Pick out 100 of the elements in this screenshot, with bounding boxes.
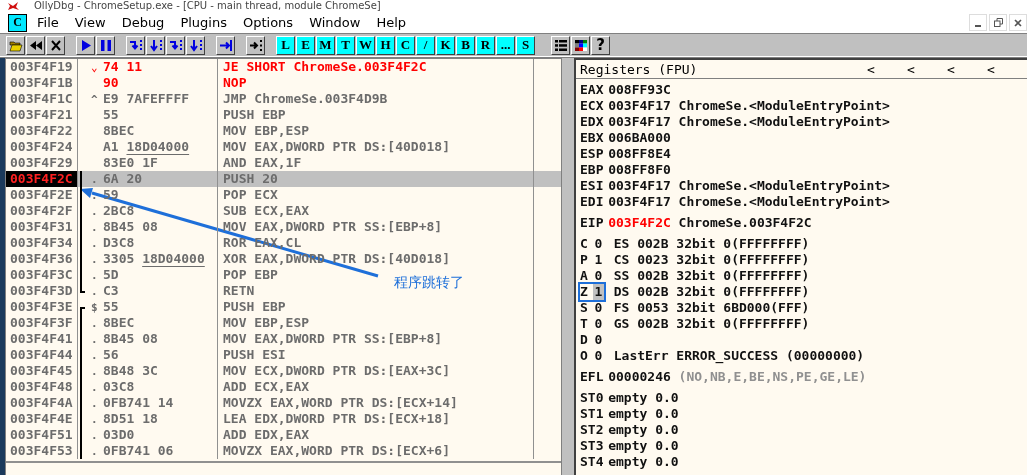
window-shortcut-button[interactable]: /: [416, 35, 435, 55]
instruction-cell: PUSH EBP: [218, 107, 534, 123]
window-shortcut-button[interactable]: H: [376, 35, 395, 55]
address-cell[interactable]: 003F4F22: [6, 123, 78, 139]
register-name: EBP: [580, 162, 605, 178]
register-value[interactable]: empty: [608, 390, 648, 406]
register-value[interactable]: 003F4F2C: [608, 215, 671, 231]
address-cell[interactable]: 003F4F51: [6, 427, 78, 443]
arrow-button[interactable]: <: [947, 61, 987, 77]
address-cell[interactable]: 003F4F24: [6, 139, 78, 155]
address-cell[interactable]: 003F4F3C: [6, 267, 78, 283]
close-button[interactable]: [1009, 14, 1027, 31]
address-cell[interactable]: 003F4F21: [6, 107, 78, 123]
address-cell[interactable]: 003F4F41: [6, 331, 78, 347]
arrow-button[interactable]: <: [907, 61, 947, 77]
window-shortcut-button[interactable]: ...: [496, 35, 515, 55]
menu-item[interactable]: Help: [376, 15, 407, 30]
flag-value[interactable]: 1: [592, 284, 605, 300]
address-cell[interactable]: 003F4F1C: [6, 91, 78, 107]
address-cell[interactable]: 003F4F45: [6, 363, 78, 379]
register-value[interactable]: 003F4F17: [608, 114, 671, 130]
open-folder-button[interactable]: [6, 35, 25, 55]
flag-value[interactable]: 0: [592, 332, 605, 348]
segment-info: LastErr ERROR_SUCCESS (00000000): [613, 348, 865, 364]
menu-item[interactable]: Options: [242, 15, 294, 30]
register-value[interactable]: 003F4F17: [608, 178, 671, 194]
play-button[interactable]: [76, 35, 95, 55]
window-shortcut-button[interactable]: M: [316, 35, 335, 55]
register-value[interactable]: 003F4F17: [608, 194, 671, 210]
rewind-button[interactable]: [26, 35, 45, 55]
hex-bytes-cell: . 5D: [78, 267, 218, 283]
register-value[interactable]: empty: [608, 422, 648, 438]
goto-arrow-button[interactable]: [246, 35, 265, 55]
minimize-button[interactable]: [969, 14, 987, 31]
address-cell[interactable]: 003F4F1B: [6, 75, 78, 91]
window-title: OllyDbg - ChromeSetup.exe - [CPU - main thread, module ChromeSe]: [34, 0, 381, 12]
instruction-cell: MOV EAX,DWORD PTR SS:[EBP+8]: [218, 331, 534, 347]
menu-item[interactable]: Window: [309, 15, 361, 30]
list-button[interactable]: [551, 35, 570, 55]
window-shortcut-button[interactable]: C: [396, 35, 415, 55]
flag-value[interactable]: 0: [592, 348, 605, 364]
cpu-window-icon[interactable]: C: [8, 13, 27, 32]
flag-value[interactable]: 1: [592, 252, 605, 268]
address-cell[interactable]: 003F4F3E: [6, 299, 78, 315]
trace-into-button[interactable]: [166, 35, 185, 55]
window-shortcut-button[interactable]: T: [336, 35, 355, 55]
address-cell[interactable]: 003F4F3F: [6, 315, 78, 331]
menu-item[interactable]: View: [74, 15, 106, 30]
flag-value[interactable]: 0: [592, 316, 605, 332]
menu-item[interactable]: File: [37, 15, 59, 30]
register-value[interactable]: 008FF8F0: [608, 162, 671, 178]
address-cell[interactable]: 003F4F2F: [6, 203, 78, 219]
menu-item[interactable]: Plugins: [180, 15, 227, 30]
colors-button[interactable]: [571, 35, 590, 55]
address-cell[interactable]: 003F4F3D: [6, 283, 78, 299]
register-comment: 0.0: [655, 422, 679, 438]
flag-value[interactable]: 0: [592, 268, 605, 284]
instruction-cell: MOV ECX,DWORD PTR DS:[EAX+3C]: [218, 363, 534, 379]
window-shortcut-button[interactable]: K: [436, 35, 455, 55]
flag-name: D: [580, 332, 589, 348]
register-name: ST4: [580, 454, 605, 470]
address-cell[interactable]: 003F4F4E: [6, 411, 78, 427]
register-value[interactable]: empty: [608, 454, 648, 470]
address-cell[interactable]: 003F4F19: [6, 59, 78, 75]
menu-item[interactable]: Debug: [121, 15, 165, 30]
flag-value[interactable]: 0: [592, 300, 605, 316]
address-cell[interactable]: 003F4F48: [6, 379, 78, 395]
register-value[interactable]: 006BA000: [608, 130, 671, 146]
address-cell[interactable]: 003F4F2C: [6, 171, 78, 187]
register-value[interactable]: 008FF93C: [608, 82, 671, 98]
address-cell[interactable]: 003F4F44: [6, 347, 78, 363]
window-shortcut-button[interactable]: E: [296, 35, 315, 55]
address-cell[interactable]: 003F4F2E: [6, 187, 78, 203]
trace-over-button[interactable]: [186, 35, 205, 55]
address-cell[interactable]: 003F4F53: [6, 443, 78, 459]
register-value[interactable]: empty: [608, 438, 648, 454]
address-cell[interactable]: 003F4F4A: [6, 395, 78, 411]
register-value[interactable]: 008FF8E4: [608, 146, 671, 162]
flag-value[interactable]: 0: [592, 236, 605, 252]
address-cell[interactable]: 003F4F31: [6, 219, 78, 235]
window-shortcut-button[interactable]: B: [456, 35, 475, 55]
address-cell[interactable]: 003F4F36: [6, 251, 78, 267]
register-value[interactable]: 00000246: [608, 369, 671, 385]
help-button[interactable]: ?: [591, 35, 610, 55]
pause-button[interactable]: [96, 35, 115, 55]
return-arrow-button[interactable]: [216, 35, 235, 55]
restore-button[interactable]: [989, 14, 1007, 31]
color-palette-icon: [573, 38, 588, 52]
step-over-button[interactable]: [146, 35, 165, 55]
instruction-cell: POP ECX: [218, 187, 534, 203]
window-shortcut-button[interactable]: R: [476, 35, 495, 55]
step-into-button[interactable]: [126, 35, 145, 55]
arrow-button[interactable]: <: [987, 61, 1027, 77]
window-shortcut-button[interactable]: W: [356, 35, 375, 55]
address-cell[interactable]: 003F4F34: [6, 235, 78, 251]
window-shortcut-button[interactable]: S: [516, 35, 535, 55]
window-shortcut-button[interactable]: L: [276, 35, 295, 55]
arrow-button[interactable]: <: [867, 61, 907, 77]
register-value[interactable]: 003F4F17: [608, 98, 671, 114]
register-value[interactable]: empty: [608, 406, 648, 422]
